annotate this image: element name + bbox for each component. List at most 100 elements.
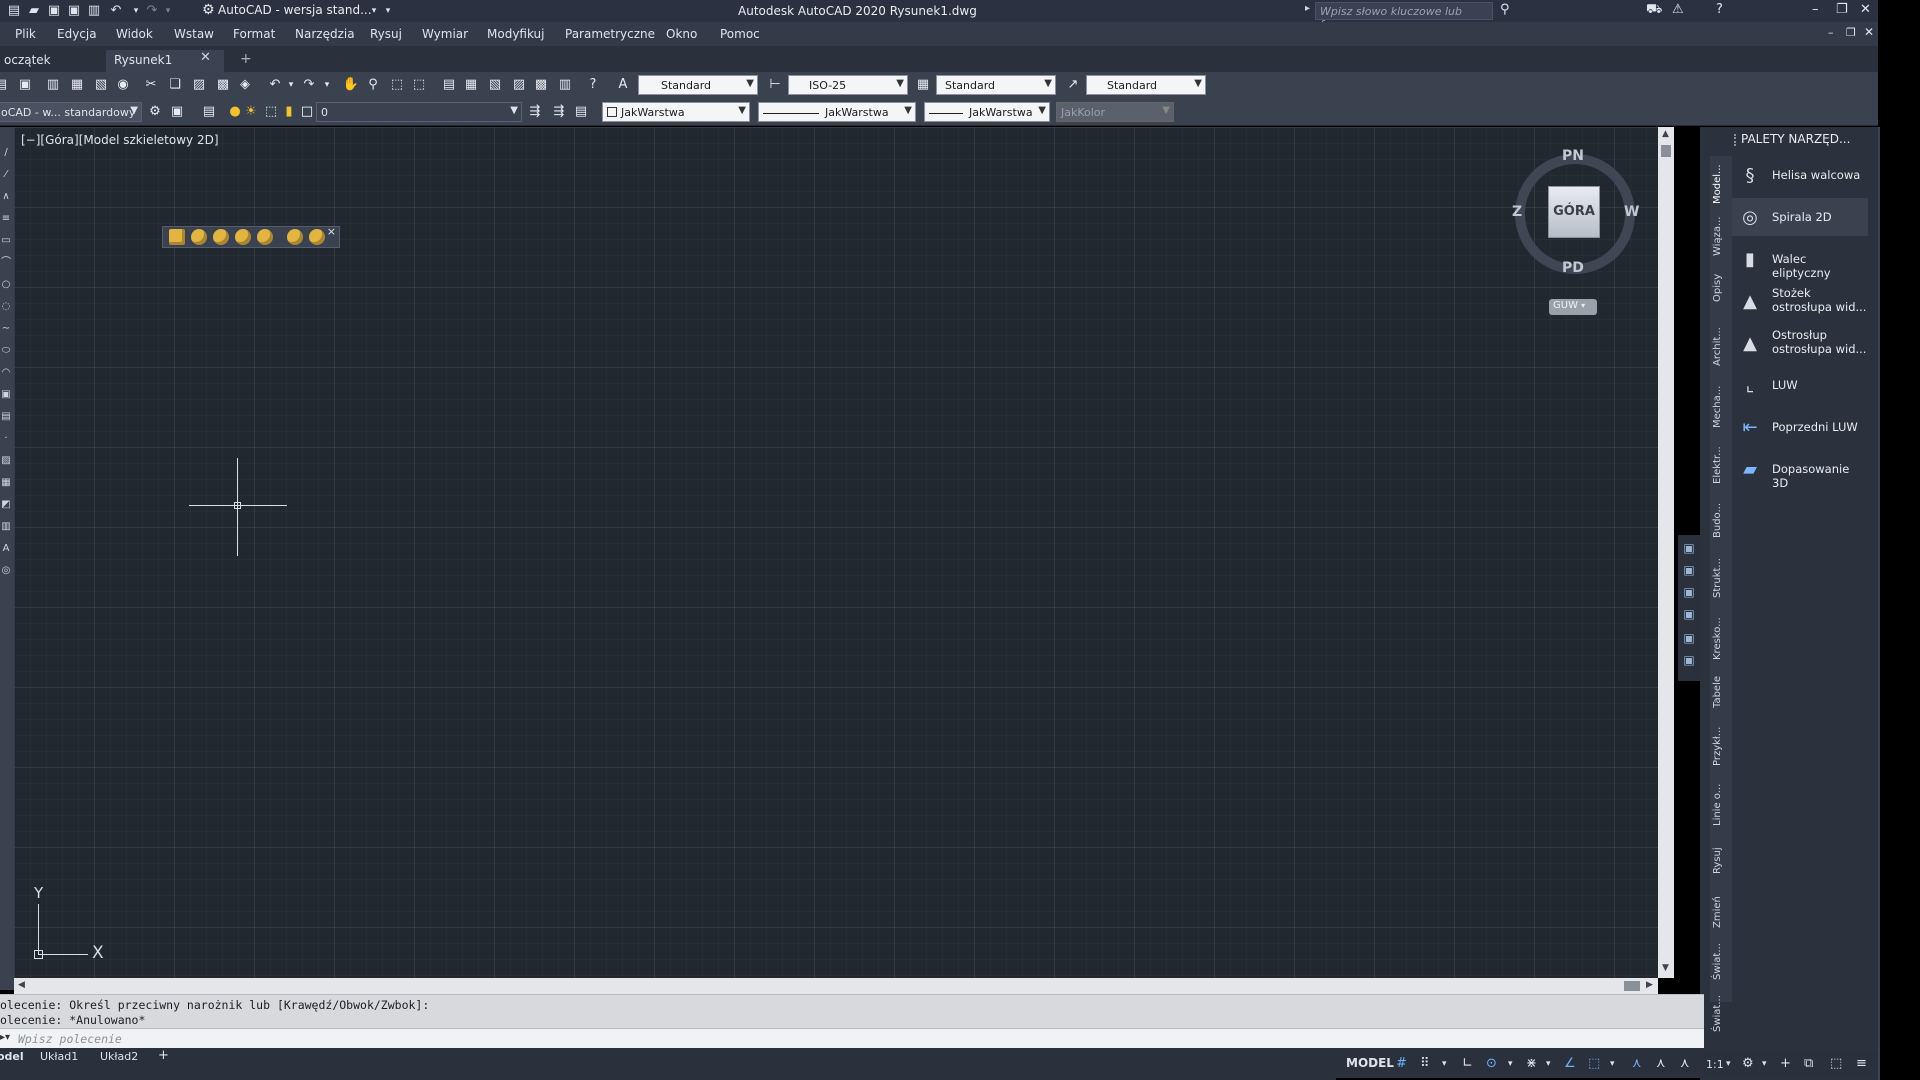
palette-tab[interactable]: Zmień — [1712, 888, 1730, 928]
palette-tab[interactable]: Linie o... — [1712, 776, 1730, 826]
open-file-icon[interactable]: ▰ — [26, 3, 42, 19]
doc-close-icon[interactable]: ✕ — [1864, 25, 1874, 39]
vertical-scroll-thumb[interactable] — [1661, 145, 1671, 157]
grid-icon[interactable]: # — [1396, 1056, 1407, 1071]
tab-start[interactable]: oczątek — [0, 50, 59, 72]
menu-plik[interactable]: Plik — [15, 27, 36, 41]
clean-screen-icon[interactable]: ⬚ — [1830, 1056, 1842, 1071]
customization-menu-icon[interactable]: ≡ — [1856, 1056, 1867, 1071]
scroll-left-icon[interactable]: ◀ — [18, 980, 25, 990]
command-prompt-icon[interactable]: ▸▾ — [0, 1032, 10, 1043]
scroll-up-icon[interactable]: ▲ — [1662, 129, 1669, 139]
showmotion-icon[interactable]: ▣ — [1681, 631, 1697, 645]
dim-style-select[interactable]: ISO-25 ▼ — [788, 75, 908, 95]
search-expand-icon[interactable]: ▸ — [1305, 3, 1310, 14]
pan-icon[interactable]: ✋ — [342, 76, 360, 94]
table-icon[interactable]: ▥ — [0, 521, 12, 533]
layer-tool-icon[interactable] — [257, 229, 273, 245]
chevron-down-icon[interactable]: ▾ — [1508, 1059, 1513, 1069]
chevron-down-icon[interactable]: ▾ — [1546, 1059, 1551, 1069]
redo-dropdown-icon[interactable]: ▾ — [160, 3, 176, 19]
help-search-input[interactable]: Wpisz słowo kluczowe lub frazę — [1315, 2, 1493, 31]
sign-in-icon[interactable]: ⚠ — [1672, 2, 1684, 17]
isolate-objects-icon[interactable]: ⧉ — [1804, 1056, 1813, 1071]
new-icon[interactable]: ▤ — [0, 76, 10, 94]
properties-icon[interactable]: ▤ — [440, 76, 458, 94]
layer-select[interactable]: 0 ▼ — [316, 102, 522, 122]
annotation-scale-value[interactable]: 1:1 — [1706, 1058, 1724, 1071]
redo-icon[interactable]: ↷ — [144, 3, 160, 19]
new-tab-icon[interactable]: + — [240, 51, 252, 67]
palette-tab[interactable]: Rysuj — [1712, 840, 1730, 874]
menu-edycja[interactable]: Edycja — [57, 27, 97, 41]
layer-lock-icon[interactable]: ▮ — [280, 103, 298, 121]
workspace-select[interactable]: oCAD - w... standardowy ▼ — [0, 102, 142, 122]
horizontal-scrollbar[interactable]: ◀ ▶ — [14, 978, 1658, 994]
polar-tracking-icon[interactable]: ⊙ — [1486, 1056, 1497, 1071]
make-block-icon[interactable]: ▤ — [0, 411, 12, 423]
annotation-visibility-icon[interactable]: ⋏ — [1632, 1056, 1642, 1071]
undo-icon[interactable]: ↶ — [108, 3, 124, 19]
workspace-settings-icon[interactable]: ⚙ — [146, 103, 164, 121]
customize-quick-access-icon[interactable]: ▾ — [380, 3, 396, 19]
arc-icon[interactable]: ⌒ — [0, 257, 12, 269]
palette-item-spiral[interactable]: ◎ Spirala 2D — [1732, 198, 1868, 236]
menu-modyfikuj[interactable]: Modyfikuj — [487, 27, 545, 41]
text-style-select[interactable]: Standard ▼ — [638, 75, 758, 95]
zoom-previous-icon[interactable]: ⬚ — [410, 76, 428, 94]
palette-item-pyramid-cone[interactable]: ▲ Stożek ostrosłupa wid... — [1732, 282, 1868, 320]
menu-rysuj[interactable]: Rysuj — [370, 27, 402, 41]
chevron-down-icon[interactable]: ▾ — [1610, 1059, 1615, 1069]
add-layout-icon[interactable]: + — [158, 1048, 169, 1063]
compass-north[interactable]: PN — [1562, 148, 1584, 164]
workspace-switch-icon[interactable]: ⚙ — [1742, 1056, 1754, 1071]
line-icon[interactable]: / — [0, 147, 12, 159]
menu-parametryczne[interactable]: Parametryczne — [565, 27, 655, 41]
block-editor-icon[interactable]: ◈ — [236, 76, 254, 94]
design-web-icon[interactable]: ◉ — [114, 76, 132, 94]
lineweight-select[interactable]: JakWarstwa ▼ — [924, 102, 1050, 122]
doc-restore-icon[interactable]: ❐ — [1846, 26, 1856, 39]
palette-tab[interactable]: Wiąza... — [1712, 208, 1730, 257]
make-current-layer-icon[interactable]: ⇶ — [526, 103, 544, 121]
save-icon[interactable]: ▣ — [16, 76, 34, 94]
polygon-icon[interactable]: ≡ — [0, 213, 12, 225]
palette-tab[interactable]: Mecha... — [1712, 374, 1730, 428]
palette-grip[interactable] — [1734, 134, 1738, 146]
palette-item-ucs-previous[interactable]: ⇤ Poprzedni LUW — [1732, 408, 1868, 446]
polyline-icon[interactable]: ∧ — [0, 191, 12, 203]
new-file-icon[interactable]: ▤ — [6, 3, 22, 19]
linetype-select[interactable]: JakWarstwa ▼ — [758, 102, 916, 122]
scroll-down-icon[interactable]: ▼ — [1662, 963, 1669, 973]
viewport-controls-label[interactable]: [−][Góra][Model szkieletowy 2D] — [21, 133, 219, 147]
snap-icon[interactable]: ⠿ — [1420, 1056, 1430, 1071]
layer-previous-icon[interactable]: ⇶ — [550, 103, 568, 121]
navbar-settings-icon[interactable]: ▣ — [1681, 653, 1697, 667]
isodraft-icon[interactable]: ⋇ — [1526, 1056, 1537, 1071]
steering-wheel-icon[interactable]: ▣ — [1681, 541, 1697, 555]
undo-dropdown-icon[interactable]: ▾ — [282, 76, 300, 94]
plot-icon[interactable]: ▥ — [86, 3, 102, 19]
workspace-gear-icon[interactable]: ⚙ — [202, 2, 215, 18]
hatch-icon[interactable]: ▨ — [0, 455, 12, 467]
color-select[interactable]: JakWarstwa ▼ — [602, 102, 750, 122]
menu-widok[interactable]: Widok — [116, 27, 153, 41]
calculator-icon[interactable]: ▥ — [556, 76, 574, 94]
layer-tool-icon[interactable] — [309, 229, 325, 245]
zoom-realtime-icon[interactable]: ⚲ — [364, 76, 382, 94]
annotation-scale-icon[interactable]: ⋏ — [1680, 1056, 1690, 1071]
palette-tab[interactable]: Przykł... — [1712, 718, 1730, 766]
layer-tool-icon[interactable] — [191, 229, 207, 245]
palette-item-elliptical-cylinder[interactable]: ▮ Walec eliptyczny — [1732, 240, 1868, 280]
workspace-selector[interactable]: AutoCAD - wersja stand... — [218, 3, 372, 17]
help-icon[interactable]: ? — [584, 76, 602, 94]
minimize-icon[interactable]: – — [1812, 2, 1819, 17]
undo-dropdown-icon[interactable]: ▾ — [128, 3, 144, 19]
restore-icon[interactable]: ❐ — [1836, 2, 1848, 17]
horizontal-scroll-thumb[interactable] — [1624, 981, 1640, 991]
close-tab-icon[interactable]: ✕ — [200, 50, 211, 65]
redo-icon[interactable]: ↷ — [300, 76, 318, 94]
menu-wstaw[interactable]: Wstaw — [174, 27, 214, 41]
palette-tab[interactable]: Strukt... — [1712, 548, 1730, 598]
doc-minimize-icon[interactable]: – — [1828, 26, 1834, 39]
